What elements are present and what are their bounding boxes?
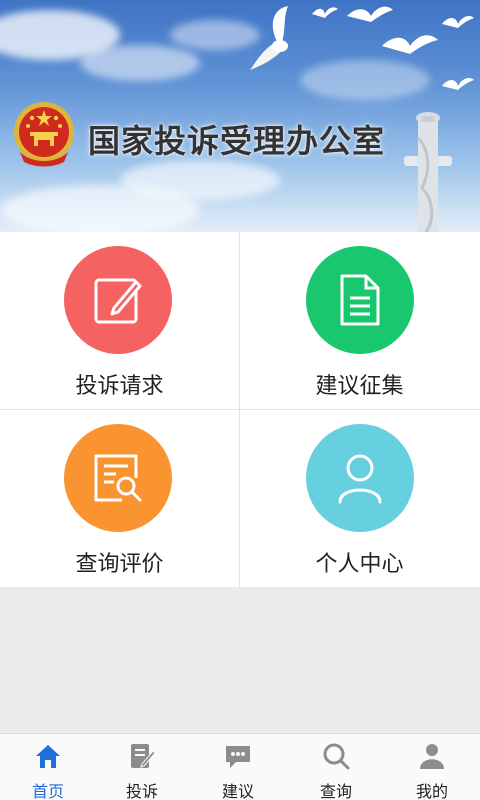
user-icon [338,454,382,504]
menu-label: 个人中心 [315,552,404,577]
pillar-decoration [404,112,452,232]
tab-label: 首页 [31,782,64,800]
tab-query[interactable]: 查询 [288,734,384,800]
dove-icon [250,6,288,70]
tab-label: 投诉 [125,782,158,800]
dove-icon [442,78,474,90]
cloud-decoration [80,45,200,81]
menu-query-evaluation[interactable]: 查询评价 [0,410,239,587]
header-banner: 国家投诉受理办公室 [0,0,480,232]
personal-circle [306,424,414,532]
dove-icon [382,35,438,54]
document-icon [340,274,380,326]
menu-label: 建议征集 [315,374,404,399]
dove-icon [442,16,474,28]
tab-home[interactable]: 首页 [0,734,96,800]
home-icon [36,745,60,768]
query-circle [64,424,172,532]
cloud-decoration [170,20,260,50]
page-title: 国家投诉受理办公室 [88,122,386,160]
feature-grid: 投诉请求 建议征集 查询评价 个人中心 [0,232,480,587]
complaint-circle [64,246,172,354]
menu-complaint-request[interactable]: 投诉请求 [0,232,239,409]
cloud-decoration [300,60,430,100]
suggestion-circle [306,246,414,354]
tab-complaint[interactable]: 投诉 [94,734,190,800]
search-icon [323,743,350,770]
edit-icon [131,744,156,768]
menu-suggestion-collection[interactable]: 建议征集 [240,232,479,409]
tab-label: 我的 [415,782,448,800]
dove-icon [312,7,338,19]
cloud-decoration [0,185,200,232]
menu-label: 投诉请求 [75,374,164,399]
search-document-icon [94,454,142,502]
tab-mine[interactable]: 我的 [384,734,480,800]
tab-label: 建议 [221,782,254,800]
bottom-tab-bar: 首页 投诉 建议 查询 我的 [0,733,480,800]
dove-icon [347,6,393,22]
national-emblem-logo [14,102,74,167]
tab-suggestion[interactable]: 建议 [190,734,286,800]
menu-label: 查询评价 [75,552,164,577]
chat-icon [226,746,250,768]
menu-personal-center[interactable]: 个人中心 [240,410,479,587]
user-icon [420,744,444,769]
edit-icon [94,278,142,324]
tab-label: 查询 [319,782,352,800]
